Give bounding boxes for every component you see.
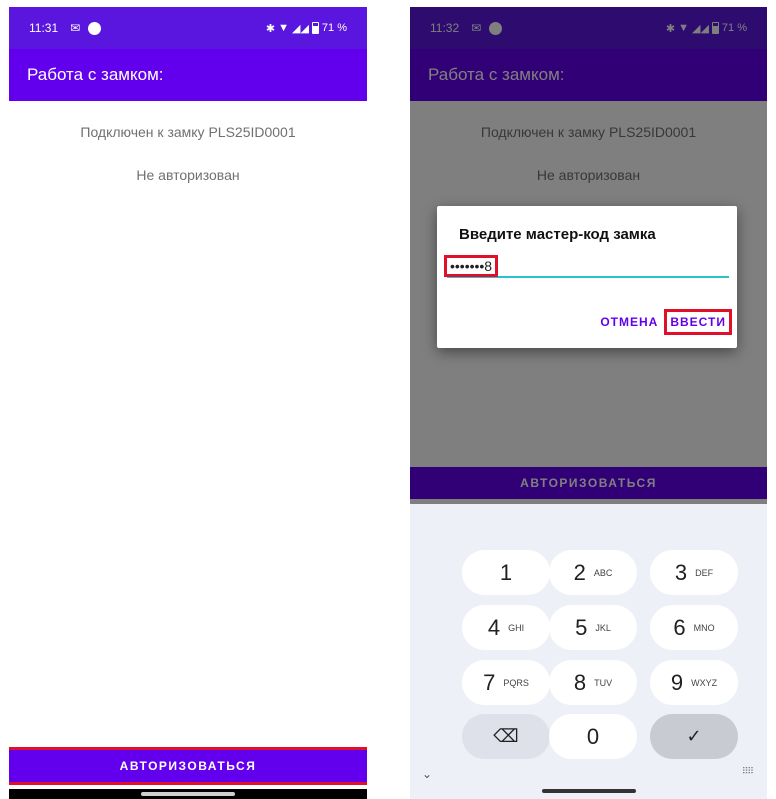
status-bar: 11:31 ✉ ✱ ▼ ◢◢ 71 % xyxy=(9,7,367,49)
home-handle[interactable] xyxy=(541,789,636,793)
chevron-down-icon[interactable]: ⌄ xyxy=(422,767,432,781)
status-icons: ✱ ▼ ◢◢ 71 % xyxy=(266,22,347,35)
authorize-button[interactable]: АВТОРИЗОВАТЬСЯ xyxy=(9,747,367,785)
app-bar-title: Работа с замком: xyxy=(9,49,367,101)
backspace-icon: ⌫ xyxy=(493,726,519,746)
key-8[interactable]: 8 TUV xyxy=(549,660,637,705)
home-handle[interactable] xyxy=(141,792,235,796)
dialog-actions: ОТМЕНА ВВЕСТИ xyxy=(597,309,732,335)
notification-dot-icon xyxy=(88,21,102,35)
master-code-dialog: Введите мастер-код замка •••••••8 ОТМЕНА… xyxy=(437,206,737,348)
battery-icon xyxy=(311,22,319,34)
done-key[interactable]: ✓ xyxy=(650,714,738,759)
key-1[interactable]: 1 xyxy=(462,550,550,595)
key-3[interactable]: 3 DEF xyxy=(650,550,738,595)
master-code-value: •••••••8 xyxy=(443,255,499,277)
key-9[interactable]: 9 WXYZ xyxy=(650,660,738,705)
left-phone-screen: 11:31 ✉ ✱ ▼ ◢◢ 71 % Работа с замком: Под… xyxy=(9,7,367,799)
key-6[interactable]: 6 MNO xyxy=(650,605,738,650)
key-5[interactable]: 5 JKL xyxy=(549,605,637,650)
auth-status-text: Не авторизован xyxy=(136,167,240,183)
connected-lock-text: Подключен к замку PLS25ID0001 xyxy=(80,124,296,140)
bluetooth-icon: ✱ xyxy=(265,22,276,35)
confirm-button[interactable]: ВВЕСТИ xyxy=(664,309,732,335)
checkmark-icon: ✓ xyxy=(686,726,702,746)
key-2[interactable]: 2 ABC xyxy=(549,550,637,595)
numeric-keyboard: 1 2 ABC 3 DEF 4 GHI 5 JKL 6 MNO 7 PQRS 8… xyxy=(410,504,767,799)
backspace-key[interactable]: ⌫ xyxy=(462,714,550,759)
battery-percent: 71 % xyxy=(321,22,347,34)
dialog-title: Введите мастер-код замка xyxy=(459,226,656,243)
cancel-button[interactable]: ОТМЕНА xyxy=(597,312,661,332)
right-phone-screen: 11:32 ✉ ✱ ▼ ◢◢ 71 % Работа с замком: Под… xyxy=(410,7,767,799)
key-0[interactable]: 0 xyxy=(549,714,637,759)
keyboard-switch-icon[interactable]: ⠿⠿ xyxy=(742,766,754,777)
key-7[interactable]: 7 PQRS xyxy=(462,660,550,705)
navigation-bar xyxy=(9,789,367,799)
wifi-icon: ▼ xyxy=(278,22,289,34)
master-code-input[interactable]: •••••••8 xyxy=(443,254,729,278)
gmail-icon: ✉ xyxy=(70,21,81,35)
signal-icon: ◢◢ xyxy=(292,22,309,35)
key-4[interactable]: 4 GHI xyxy=(462,605,550,650)
status-time: 11:31 xyxy=(29,21,59,35)
